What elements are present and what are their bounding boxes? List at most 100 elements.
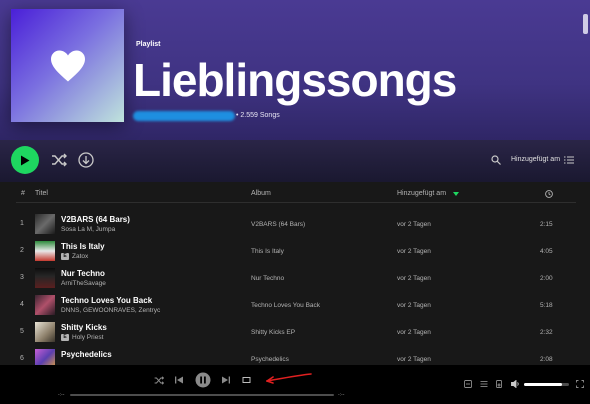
fullscreen-button[interactable] bbox=[575, 379, 585, 389]
track-artist[interactable]: DNNS, GEWOONRAVES, Zentryc bbox=[61, 307, 160, 314]
track-duration: 2:00 bbox=[540, 275, 553, 282]
previous-button[interactable] bbox=[173, 374, 185, 386]
shuffle-icon bbox=[52, 153, 67, 167]
track-title[interactable]: This Is Italy bbox=[61, 242, 105, 251]
queue-icon bbox=[480, 381, 488, 387]
track-album[interactable]: Psychedelics bbox=[251, 356, 289, 363]
track-title[interactable]: Psychedelics bbox=[61, 350, 112, 359]
explicit-badge: E bbox=[61, 334, 69, 341]
shuffle-icon bbox=[154, 375, 164, 385]
track-added-date: vor 2 Tagen bbox=[397, 302, 431, 309]
repeat-button[interactable] bbox=[240, 374, 252, 386]
devices-button[interactable] bbox=[495, 379, 505, 389]
track-number: 1 bbox=[20, 220, 24, 227]
track-album[interactable]: Techno Loves You Back bbox=[251, 302, 320, 309]
header-divider bbox=[16, 202, 576, 203]
track-row[interactable]: 4 Techno Loves You Back DNNS, GEWOONRAVE… bbox=[0, 292, 590, 319]
track-added-date: vor 2 Tagen bbox=[397, 329, 431, 336]
shuffle-button[interactable] bbox=[49, 150, 69, 170]
lyrics-button[interactable] bbox=[463, 379, 473, 389]
track-added-date: vor 2 Tagen bbox=[397, 248, 431, 255]
track-cover bbox=[35, 349, 55, 365]
player-shuffle-button[interactable] bbox=[153, 374, 165, 386]
track-row[interactable]: 3 Nur Techno ArniTheSavage Nur Techno vo… bbox=[0, 265, 590, 292]
playlist-type-label: Playlist bbox=[136, 41, 161, 48]
sort-down-indicator bbox=[452, 191, 460, 197]
search-icon bbox=[491, 155, 501, 165]
track-title[interactable]: Nur Techno bbox=[61, 269, 105, 278]
repeat-icon bbox=[242, 377, 250, 383]
track-cover bbox=[35, 295, 55, 315]
fullscreen-icon bbox=[576, 380, 584, 388]
track-cover bbox=[35, 322, 55, 342]
volume-slider[interactable] bbox=[524, 383, 569, 386]
previous-icon bbox=[175, 376, 183, 384]
heart-icon bbox=[50, 50, 85, 81]
track-added-date: vor 2 Tagen bbox=[397, 275, 431, 282]
track-number: 4 bbox=[20, 301, 24, 308]
next-icon bbox=[222, 376, 230, 384]
track-artist[interactable]: ArniTheSavage bbox=[61, 280, 106, 287]
column-header-added[interactable]: Hinzugefügt am bbox=[397, 190, 446, 197]
lyrics-icon bbox=[464, 380, 472, 388]
queue-button[interactable] bbox=[479, 379, 489, 389]
track-artist[interactable]: Zatox bbox=[72, 253, 88, 260]
song-count: • 2.559 Songs bbox=[236, 112, 280, 119]
column-header-duration[interactable] bbox=[544, 189, 554, 199]
track-artist[interactable]: Holy Priest bbox=[72, 334, 103, 341]
volume-icon bbox=[510, 380, 519, 388]
scrollbar-thumb[interactable] bbox=[583, 14, 588, 34]
list-view-icon bbox=[564, 156, 574, 163]
volume-slider-fill bbox=[524, 383, 563, 386]
pause-button[interactable] bbox=[194, 371, 211, 388]
download-button[interactable] bbox=[76, 150, 96, 170]
track-duration: 5:18 bbox=[540, 302, 553, 309]
track-artist[interactable]: Sosa La M, Jumpa bbox=[61, 226, 115, 233]
track-cover bbox=[35, 241, 55, 261]
track-title[interactable]: Shitty Kicks bbox=[61, 323, 107, 332]
track-number: 2 bbox=[20, 247, 24, 254]
track-row[interactable]: 6 Psychedelics Psychedelics vor 2 Tagen … bbox=[0, 346, 590, 365]
track-added-date: vor 2 Tagen bbox=[397, 221, 431, 228]
column-header-title[interactable]: Titel bbox=[35, 190, 48, 197]
track-number: 6 bbox=[20, 355, 24, 362]
list-view-button[interactable] bbox=[563, 154, 575, 165]
search-button[interactable] bbox=[489, 153, 503, 167]
track-row[interactable]: 5 Shitty Kicks E Holy Priest Shitty Kicks… bbox=[0, 319, 590, 346]
owner-redaction-mark bbox=[133, 111, 235, 121]
track-album[interactable]: This Is Italy bbox=[251, 248, 284, 255]
clock-icon bbox=[545, 190, 553, 198]
volume-button[interactable] bbox=[510, 379, 520, 389]
column-header-album[interactable]: Album bbox=[251, 190, 271, 197]
play-icon bbox=[21, 155, 30, 165]
track-album[interactable]: Nur Techno bbox=[251, 275, 284, 282]
pause-icon bbox=[195, 372, 210, 387]
elapsed-time: -:-- bbox=[58, 392, 65, 398]
track-row[interactable]: 1 V2BARS (64 Bars) Sosa La M, Jumpa V2BA… bbox=[0, 211, 590, 238]
play-button[interactable] bbox=[11, 146, 39, 174]
track-album[interactable]: Shitty Kicks EP bbox=[251, 329, 295, 336]
track-title[interactable]: V2BARS (64 Bars) bbox=[61, 215, 130, 224]
track-duration: 2:15 bbox=[540, 221, 553, 228]
sort-dropdown[interactable]: Hinzugefügt am bbox=[511, 156, 560, 163]
track-duration: 2:32 bbox=[540, 329, 553, 336]
sort-down-icon bbox=[453, 192, 459, 196]
track-title[interactable]: Techno Loves You Back bbox=[61, 296, 152, 305]
track-album[interactable]: V2BARS (64 Bars) bbox=[251, 221, 305, 228]
track-artist-line: E Holy Priest bbox=[61, 334, 103, 341]
track-duration: 2:08 bbox=[540, 356, 553, 363]
total-time: -:-- bbox=[338, 392, 345, 398]
next-button[interactable] bbox=[220, 374, 232, 386]
devices-icon bbox=[496, 380, 502, 388]
column-header-number: # bbox=[21, 190, 25, 197]
red-arrow-annotation bbox=[266, 373, 312, 384]
playlist-cover bbox=[11, 9, 124, 122]
track-row[interactable]: 2 This Is Italy E Zatox This Is Italy vor… bbox=[0, 238, 590, 265]
playlist-title: Lieblingssongs bbox=[133, 54, 457, 106]
track-cover bbox=[35, 268, 55, 288]
track-added-date: vor 2 Tagen bbox=[397, 356, 431, 363]
track-number: 5 bbox=[20, 328, 24, 335]
progress-bar[interactable] bbox=[70, 394, 334, 396]
track-number: 3 bbox=[20, 274, 24, 281]
track-cover bbox=[35, 214, 55, 234]
